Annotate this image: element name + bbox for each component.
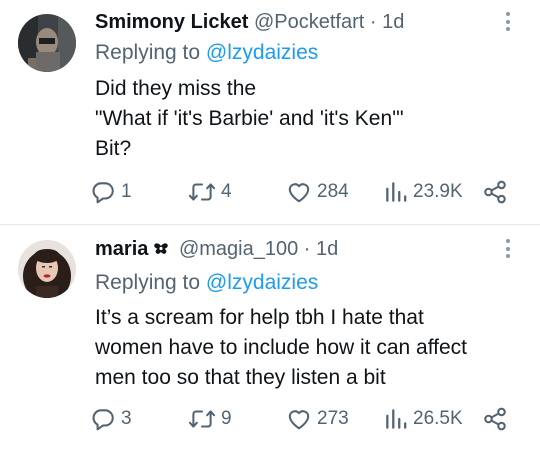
display-name[interactable]: maria xyxy=(95,238,148,260)
replying-prefix: Replying to xyxy=(95,271,206,294)
handle[interactable]: @Pocketfart xyxy=(254,11,364,33)
share-button[interactable] xyxy=(482,178,508,206)
views-button[interactable]: 26.5K xyxy=(384,405,463,433)
retweet-button[interactable]: 9 xyxy=(188,405,232,433)
tweet-text-line: Did they miss the xyxy=(95,77,257,100)
share-icon xyxy=(484,407,506,431)
share-button[interactable] xyxy=(482,405,508,433)
like-count: 284 xyxy=(317,181,349,202)
replying-to: Replying to @lzydaizies xyxy=(95,40,318,66)
tweet-feed: Smimony Licket @Pocketfart · 1d Replying… xyxy=(0,0,540,461)
avatar[interactable] xyxy=(18,240,76,298)
like-icon xyxy=(288,183,310,203)
action-bar: 1 4 284 23.9K xyxy=(90,178,540,206)
views-icon xyxy=(386,182,407,202)
views-icon xyxy=(386,409,407,429)
tweet-text-line: women have to include how it can affect xyxy=(95,336,468,359)
share-icon xyxy=(484,180,506,204)
tweet-text: It’s a scream for help tbh I hate that w… xyxy=(95,303,516,393)
handle[interactable]: @magia_100 xyxy=(179,238,298,260)
like-button[interactable]: 273 xyxy=(286,405,349,433)
timestamp[interactable]: · 1d xyxy=(370,11,404,33)
reply-button[interactable]: 1 xyxy=(90,178,132,206)
like-button[interactable]: 284 xyxy=(286,178,349,206)
replying-prefix: Replying to xyxy=(95,41,206,64)
display-name[interactable]: Smimony Licket xyxy=(95,11,248,33)
retweet-count: 9 xyxy=(221,408,232,429)
reply-count: 1 xyxy=(121,181,132,202)
profile-badge-icon xyxy=(154,243,169,254)
retweet-count: 4 xyxy=(221,181,232,202)
timestamp[interactable]: · 1d xyxy=(304,238,338,260)
more-icon[interactable] xyxy=(506,12,510,35)
retweet-icon xyxy=(188,183,216,201)
tweet-header: Smimony Licket @Pocketfart · 1d xyxy=(95,10,500,34)
mention-link[interactable]: @lzydaizies xyxy=(206,41,318,64)
action-bar: 3 9 273 26.5K xyxy=(90,405,540,433)
tweet-text-line: men too so that they listen a bit xyxy=(95,366,386,389)
reply-count: 3 xyxy=(121,408,132,429)
tweet-text: Did they miss the "What if 'it's Barbie'… xyxy=(95,74,516,164)
tweet-text-line: It’s a scream for help tbh I hate that xyxy=(95,306,424,329)
reply-button[interactable]: 3 xyxy=(90,405,132,433)
tweet[interactable]: maria @magia_100 · 1d Replying to @lzyda… xyxy=(0,225,540,461)
avatar[interactable] xyxy=(18,14,76,72)
retweet-button[interactable]: 4 xyxy=(188,178,232,206)
retweet-icon xyxy=(188,410,216,428)
like-icon xyxy=(288,410,310,430)
more-icon[interactable] xyxy=(506,239,510,262)
reply-icon xyxy=(92,182,114,204)
replying-to: Replying to @lzydaizies xyxy=(95,270,318,296)
views-count: 26.5K xyxy=(413,408,463,429)
mention-link[interactable]: @lzydaizies xyxy=(206,271,318,294)
reply-icon xyxy=(92,409,114,431)
tweet-text-line: "What if 'it's Barbie' and 'it's Ken'" xyxy=(95,107,404,130)
tweet[interactable]: Smimony Licket @Pocketfart · 1d Replying… xyxy=(0,0,540,224)
tweet-text-line: Bit? xyxy=(95,137,132,160)
views-button[interactable]: 23.9K xyxy=(384,178,463,206)
tweet-header: maria @magia_100 · 1d xyxy=(95,237,500,261)
like-count: 273 xyxy=(317,408,349,429)
views-count: 23.9K xyxy=(413,181,463,202)
